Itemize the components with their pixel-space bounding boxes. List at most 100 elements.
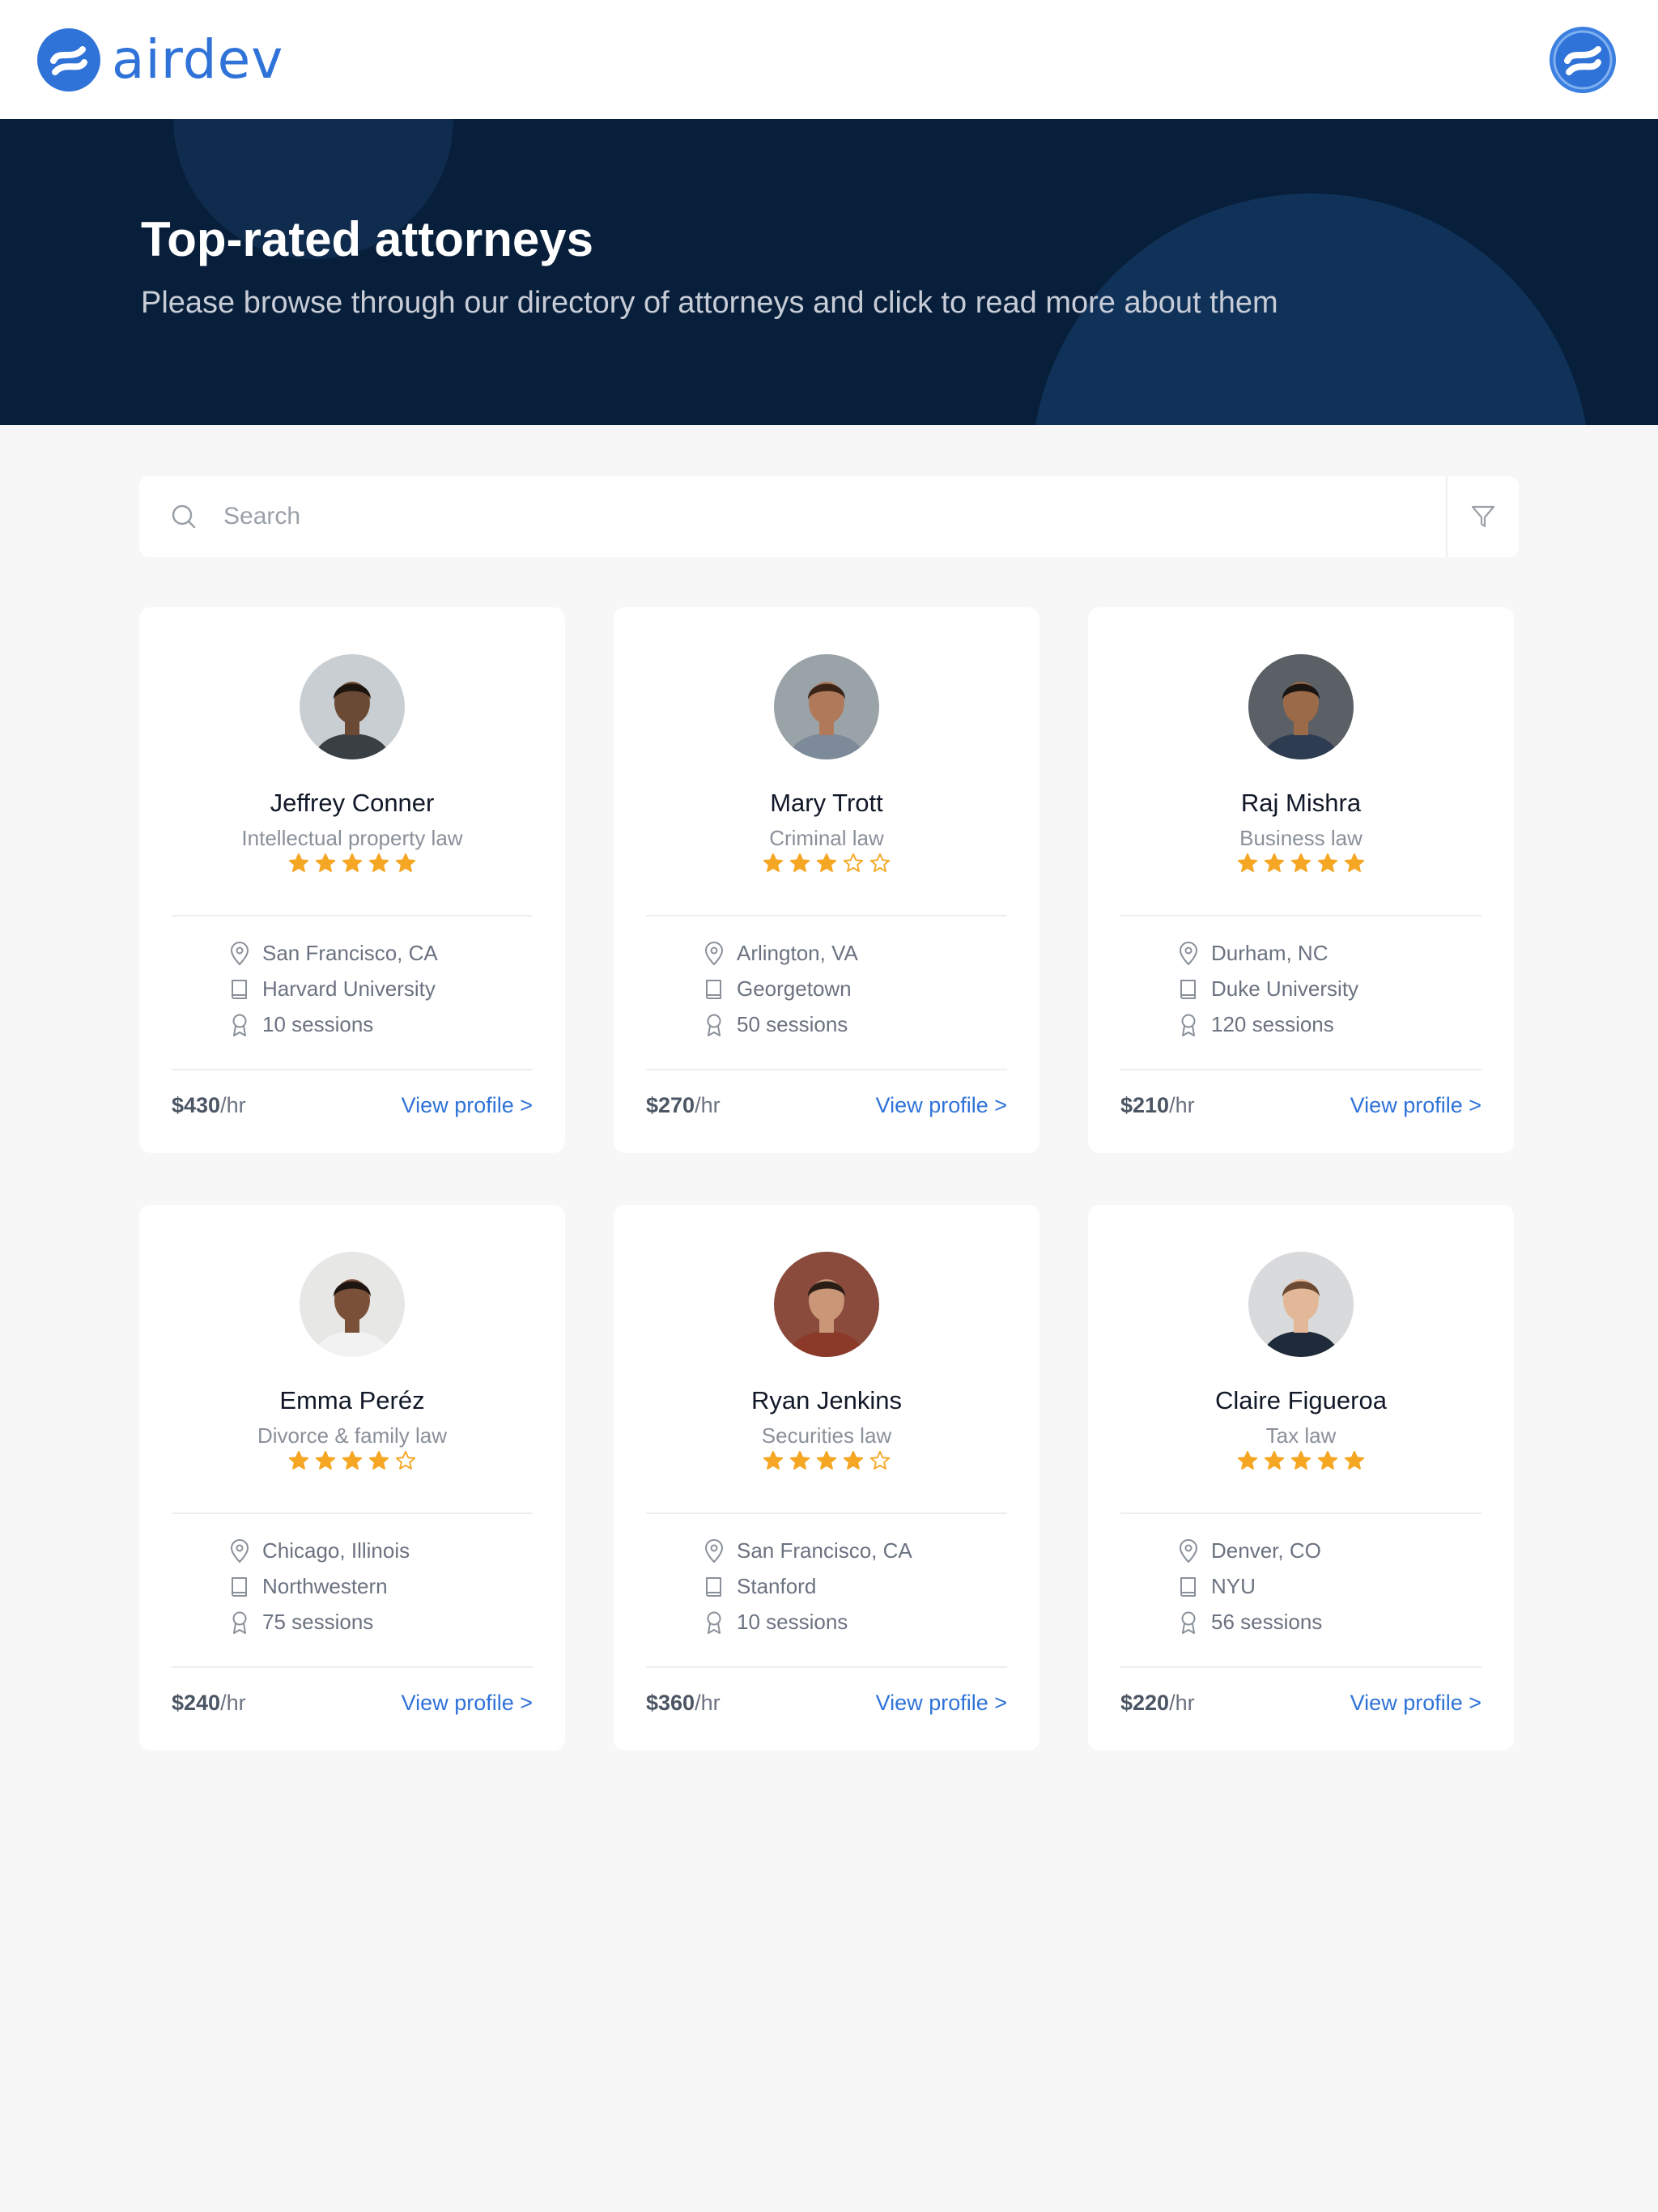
attorney-details: Denver, CO NYU 56 sessions	[1177, 1538, 1322, 1635]
attorney-photo	[300, 1252, 405, 1357]
attorney-card[interactable]: Emma Peréz Divorce & family law Chicago,…	[139, 1205, 565, 1750]
hourly-rate: $240/hr	[172, 1691, 246, 1716]
attorney-avatar[interactable]	[1248, 1252, 1354, 1357]
attorney-avatar[interactable]	[774, 654, 879, 759]
award-ribbon-icon	[1181, 1014, 1196, 1036]
price-amount: $210	[1120, 1093, 1170, 1117]
location-row: San Francisco, CA	[703, 1538, 912, 1563]
attorney-location: San Francisco, CA	[262, 941, 438, 965]
book-icon	[232, 1576, 247, 1597]
attorney-name[interactable]: Claire Figueroa	[1088, 1386, 1514, 1415]
attorney-details: San Francisco, CA Harvard University 10 …	[228, 941, 438, 1037]
star-filled-icon	[1237, 853, 1258, 872]
attorney-name[interactable]: Emma Peréz	[139, 1386, 565, 1415]
page-subtitle: Please browse through our directory of a…	[141, 286, 1278, 320]
view-profile-link[interactable]: View profile >	[402, 1093, 533, 1118]
attorney-avatar[interactable]	[1248, 654, 1354, 759]
view-profile-link[interactable]: View profile >	[876, 1691, 1007, 1716]
book-icon	[1180, 979, 1196, 999]
location-pin-icon	[704, 941, 724, 965]
star-filled-icon	[1237, 1450, 1258, 1470]
hourly-rate: $360/hr	[646, 1691, 721, 1716]
view-profile-link[interactable]: View profile >	[1350, 1093, 1482, 1118]
star-filled-icon	[1290, 1450, 1312, 1470]
price-unit: /hr	[695, 1093, 721, 1117]
attorney-avatar[interactable]	[300, 1252, 405, 1357]
brand-logo[interactable]: airdev	[37, 28, 283, 91]
attorney-photo	[1248, 1252, 1354, 1357]
attorney-photo	[774, 1252, 879, 1357]
attorney-school: Harvard University	[262, 976, 436, 1001]
location-pin-icon	[1179, 941, 1198, 965]
divider	[172, 915, 533, 917]
rating-stars	[614, 1449, 1039, 1472]
attorney-sessions: 10 sessions	[737, 1610, 848, 1634]
attorney-sessions: 120 sessions	[1211, 1012, 1334, 1036]
airdev-avatar-icon[interactable]	[1550, 26, 1616, 93]
location-row: Durham, NC	[1177, 941, 1358, 966]
star-filled-icon	[315, 1450, 336, 1470]
attorney-card[interactable]: Jeffrey Conner Intellectual property law…	[139, 607, 565, 1153]
attorney-card[interactable]: Claire Figueroa Tax law Denver, CO NYU 5…	[1088, 1205, 1514, 1750]
star-filled-icon	[1344, 1450, 1365, 1470]
award-ribbon-icon	[232, 1014, 247, 1036]
attorney-photo	[1248, 654, 1354, 759]
attorney-school: Georgetown	[737, 976, 852, 1001]
rating-stars	[1088, 852, 1514, 874]
star-filled-icon	[816, 853, 837, 872]
search-input[interactable]	[199, 476, 1446, 557]
star-empty-icon	[843, 853, 864, 872]
attorney-photo	[774, 654, 879, 759]
book-icon	[706, 1576, 721, 1597]
book-icon	[1180, 1576, 1196, 1597]
star-filled-icon	[342, 1450, 363, 1470]
attorney-school: Duke University	[1211, 976, 1359, 1001]
star-filled-icon	[816, 1450, 837, 1470]
attorney-location: Denver, CO	[1211, 1538, 1321, 1563]
location-pin-icon	[704, 1538, 724, 1563]
attorney-name[interactable]: Raj Mishra	[1088, 789, 1514, 818]
attorney-sessions: 56 sessions	[1211, 1610, 1323, 1634]
page-title: Top-rated attorneys	[141, 212, 593, 266]
star-filled-icon	[368, 853, 389, 872]
attorney-school: Stanford	[737, 1574, 817, 1598]
view-profile-link[interactable]: View profile >	[876, 1093, 1007, 1118]
sessions-row: 10 sessions	[228, 1012, 438, 1037]
attorney-avatar[interactable]	[774, 1252, 879, 1357]
hourly-rate: $430/hr	[172, 1093, 246, 1118]
price-amount: $220	[1120, 1691, 1170, 1715]
star-filled-icon	[288, 1450, 309, 1470]
star-filled-icon	[1264, 853, 1285, 872]
search-icon	[172, 504, 196, 529]
filter-button[interactable]	[1446, 476, 1519, 557]
search-bar	[139, 476, 1519, 557]
star-filled-icon	[368, 1450, 389, 1470]
attorney-name[interactable]: Ryan Jenkins	[614, 1386, 1039, 1415]
attorney-details: San Francisco, CA Stanford 10 sessions	[703, 1538, 912, 1635]
price-amount: $360	[646, 1691, 695, 1715]
price-amount: $240	[172, 1691, 221, 1715]
school-row: Duke University	[1177, 976, 1358, 1002]
star-filled-icon	[1264, 1450, 1285, 1470]
award-ribbon-icon	[1181, 1611, 1196, 1634]
attorney-name[interactable]: Jeffrey Conner	[139, 789, 565, 818]
attorney-grid: Jeffrey Conner Intellectual property law…	[139, 607, 1514, 1750]
rating-stars	[139, 852, 565, 874]
sessions-row: 10 sessions	[703, 1610, 912, 1635]
price-unit: /hr	[1169, 1691, 1195, 1715]
attorney-card[interactable]: Mary Trott Criminal law Arlington, VA Ge…	[614, 607, 1039, 1153]
top-bar: airdev	[0, 0, 1658, 119]
hourly-rate: $210/hr	[1120, 1093, 1195, 1118]
attorney-card[interactable]: Raj Mishra Business law Durham, NC Duke …	[1088, 607, 1514, 1153]
attorney-specialty: Criminal law	[769, 826, 884, 850]
attorney-specialty: Divorce & family law	[257, 1423, 448, 1448]
attorney-avatar[interactable]	[300, 654, 405, 759]
divider	[172, 1069, 533, 1070]
price-unit: /hr	[1169, 1093, 1195, 1117]
view-profile-link[interactable]: View profile >	[402, 1691, 533, 1716]
view-profile-link[interactable]: View profile >	[1350, 1691, 1482, 1716]
attorney-card[interactable]: Ryan Jenkins Securities law San Francisc…	[614, 1205, 1039, 1750]
location-row: Chicago, Illinois	[228, 1538, 410, 1563]
award-ribbon-icon	[707, 1014, 721, 1036]
attorney-name[interactable]: Mary Trott	[614, 789, 1039, 818]
